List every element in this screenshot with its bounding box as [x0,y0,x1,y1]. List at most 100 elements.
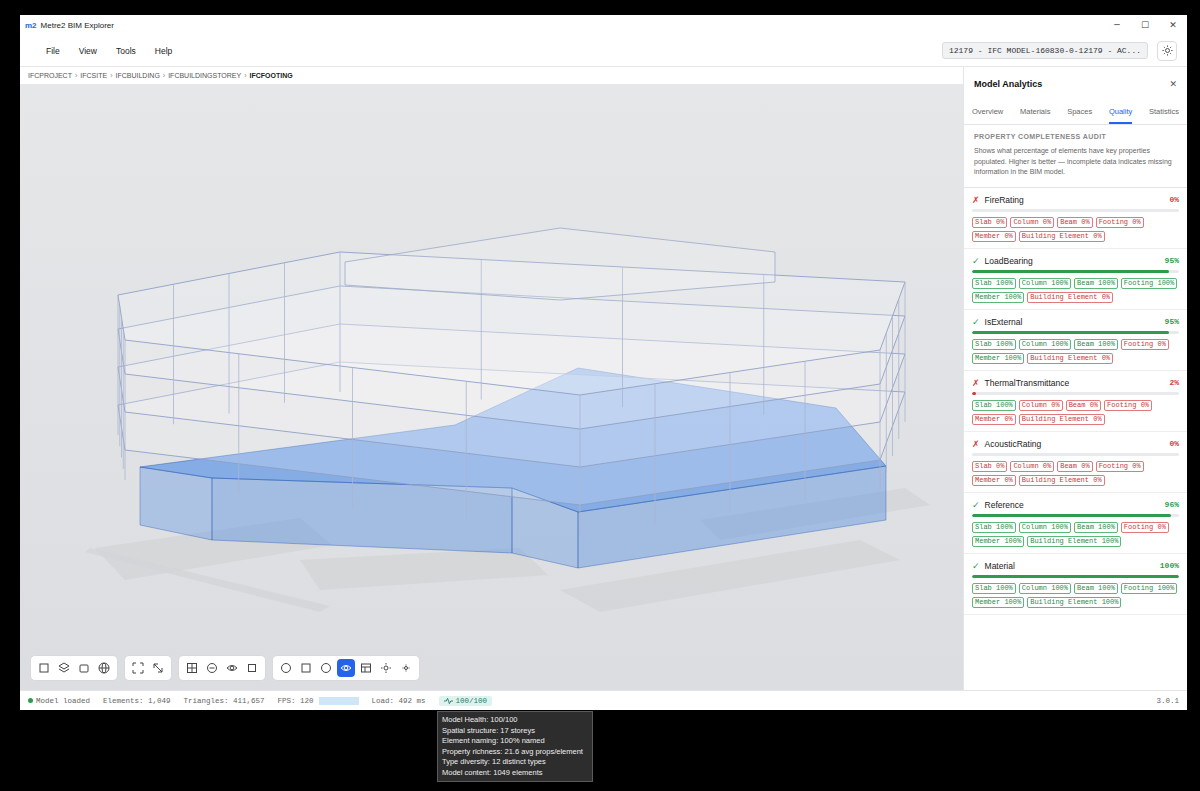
type-tag: Footing 0% [1096,461,1144,472]
column [121,318,122,458]
tool-button[interactable] [337,659,355,677]
completeness-bar [972,514,1179,517]
panel-tab[interactable]: Quality [1109,101,1132,124]
panel-header: Model Analytics✕ [964,67,1187,101]
globe-icon [98,662,110,674]
expand-icon [132,662,144,674]
completeness-fill [972,514,1171,517]
property-header: ✗AcousticRating0% [972,439,1179,449]
window-control-button[interactable]: ✕ [1159,20,1187,30]
square-icon [300,662,312,674]
type-tag: Member 0% [972,414,1016,425]
type-tag: Member 100% [972,536,1024,547]
app-logo: m2 [25,21,37,30]
property-name: IsExternal [985,317,1023,327]
menu-item[interactable]: Tools [116,46,136,56]
menu-item[interactable]: View [79,46,97,56]
column [655,384,656,524]
tool-button[interactable] [377,659,395,677]
menu-item[interactable]: Help [155,46,172,56]
property-header: ✓Material100% [972,561,1179,571]
status-dot [28,698,33,703]
panel-tab[interactable]: Spaces [1067,101,1092,124]
fps-graph [319,697,359,705]
tool-button[interactable] [203,659,221,677]
property-row: ✓LoadBearing95%Slab 100%Column 100%Beam … [964,249,1187,310]
property-header: ✓IsExternal95% [972,317,1179,327]
breadcrumb-item[interactable]: IFCFOOTING [250,72,293,79]
health-badge[interactable]: 100/100 [439,696,493,706]
fps-reading: FPS: 120 [278,697,314,705]
tool-button[interactable] [397,659,415,677]
close-button[interactable]: ✕ [1169,79,1177,89]
theme-button[interactable] [1157,41,1177,61]
panel-tab[interactable]: Materials [1020,101,1050,124]
completeness-bar [972,453,1179,456]
tool-button[interactable] [223,659,241,677]
menu-item[interactable]: File [46,46,60,56]
property-name: AcousticRating [985,439,1042,449]
eye-icon [340,662,352,674]
quality-view: PROPERTY COMPLETENESS AUDITShows what pe… [964,125,1187,690]
window-control-button[interactable]: ─ [1103,20,1131,30]
workspace: IFCPROJECT›IFCSITE›IFCBUILDING›IFCBUILDI… [20,67,1187,690]
tag-list: Slab 100%Column 100%Beam 100%Footing 100… [972,278,1179,303]
sunsmall-icon [400,662,412,674]
column [284,263,285,403]
status-mark: ✓ [972,317,980,327]
type-tag: Building Element 0% [1027,292,1113,303]
3d-viewport[interactable] [20,84,963,690]
status-mark: ✓ [972,561,980,571]
tool-button[interactable] [183,659,201,677]
tool-button[interactable] [357,659,375,677]
tool-button[interactable] [35,659,53,677]
building-model[interactable] [20,84,963,690]
tool-button[interactable] [75,659,93,677]
grid-icon [186,662,198,674]
status-mark: ✓ [972,500,980,510]
tool-button[interactable] [55,659,73,677]
breadcrumb-item[interactable]: IFCSITE [80,72,107,79]
type-tag: Beam 100% [1074,339,1118,350]
tool-button[interactable] [149,659,167,677]
tag-list: Slab 100%Column 100%Beam 100%Footing 0%M… [972,339,1179,364]
type-tag: Column 0% [1019,400,1063,411]
panel-tab[interactable]: Overview [972,101,1003,124]
footing-face [140,467,212,540]
type-tag: Member 0% [972,475,1016,486]
property-percent: 2% [1169,378,1179,387]
column [118,295,119,435]
completeness-fill [972,331,1169,334]
tool-group [178,655,266,681]
tool-button[interactable] [243,659,261,677]
tool-button[interactable] [297,659,315,677]
window-control-button[interactable]: ☐ [1131,20,1159,30]
type-tag: Building Element 0% [1019,475,1105,486]
type-tag: Footing 100% [1121,278,1177,289]
tool-button[interactable] [95,659,113,677]
breadcrumb-separator: › [110,72,112,79]
property-percent: 100% [1160,561,1179,570]
layers-icon [58,662,70,674]
type-tag: Member 100% [972,597,1024,608]
breadcrumb-item[interactable]: IFCPROJECT [28,72,72,79]
breadcrumb-item[interactable]: IFCBUILDINGSTOREY [168,72,241,79]
tool-button[interactable] [129,659,147,677]
property-name: LoadBearing [985,256,1033,266]
property-row: ✓IsExternal95%Slab 100%Column 100%Beam 1… [964,310,1187,371]
panel-tab[interactable]: Statistics [1149,101,1179,124]
model-selector[interactable]: 12179 - IFC MODEL-160830-0-12179 - AC... [942,42,1148,59]
tool-button[interactable] [317,659,335,677]
column [880,350,881,490]
type-tag: Column 0% [1010,217,1054,228]
type-tag: Member 100% [972,353,1024,364]
tool-group [124,655,172,681]
load-state: Model loaded [28,697,90,705]
tool-button[interactable] [277,659,295,677]
type-tag: Footing 100% [1121,583,1177,594]
breadcrumb-item[interactable]: IFCBUILDING [115,72,159,79]
desktop: m2Metre2 BIM Explorer─☐✕FileViewToolsHel… [0,0,1200,791]
property-row: ✓Reference96%Slab 100%Column 100%Beam 10… [964,493,1187,554]
type-tag: Footing 0% [1104,400,1152,411]
status-mark: ✗ [972,439,980,449]
